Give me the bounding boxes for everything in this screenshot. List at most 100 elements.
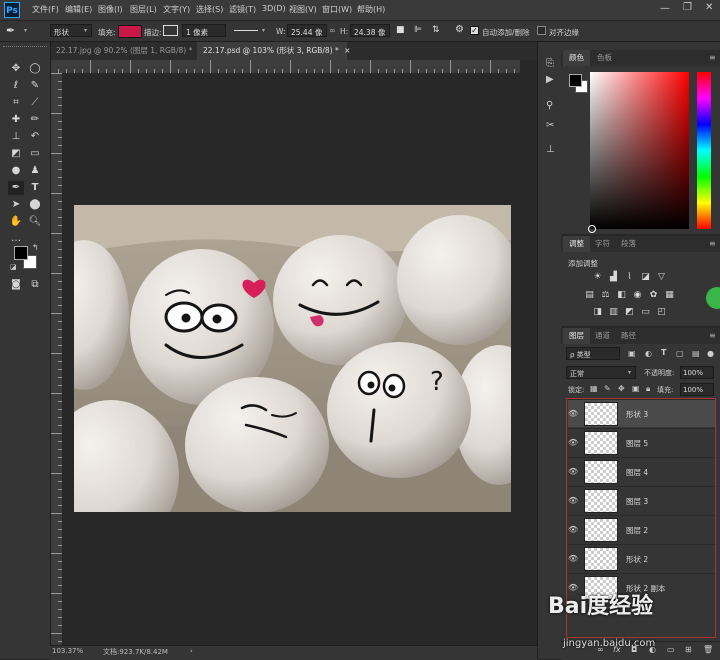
tab-color[interactable]: 颜色 [563, 50, 590, 66]
color-balance-icon[interactable]: ⚖ [600, 290, 611, 300]
eye-icon[interactable]: 👁︎ [568, 409, 578, 419]
eyedropper-tool-icon[interactable]: ⟋ [27, 96, 43, 110]
menu-window[interactable]: 窗口(W) [322, 4, 352, 15]
ruler-horizontal[interactable] [50, 60, 520, 74]
lasso-tool-icon[interactable]: ℓ [8, 79, 24, 93]
menu-type[interactable]: 文字(Y) [163, 4, 190, 15]
panel-menu-icon[interactable]: ≡ [709, 239, 716, 248]
link-icon[interactable]: ∞ [329, 26, 336, 35]
tab-channels[interactable]: 通道 [589, 328, 616, 344]
history-icon[interactable]: ⎘ [546, 58, 554, 69]
width-field[interactable]: 25.44 像 [287, 24, 327, 37]
opacity-field[interactable]: 100% [680, 366, 714, 379]
channel-mixer-icon[interactable]: ✿ [648, 290, 659, 300]
move-tool-icon[interactable]: ✥ [8, 62, 24, 76]
tab-adjustments[interactable]: 调整 [563, 236, 590, 252]
tab-doc-psd[interactable]: 22.17.psd @ 103% (形状 3, RGB/8) * × [197, 42, 350, 60]
tab-layers[interactable]: 图层 [563, 328, 590, 344]
eraser-tool-icon[interactable]: ◩ [8, 147, 24, 161]
tool-preset-chevron-icon[interactable]: ▾ [24, 27, 27, 34]
more-tools-icon[interactable]: … [8, 232, 24, 246]
eye-icon[interactable]: 👁︎ [568, 554, 578, 564]
mode-select[interactable]: 形状 ▾ [50, 24, 92, 37]
gradient-tool-icon[interactable]: ▭ [27, 147, 43, 161]
zoom-level[interactable]: 103.37% [52, 647, 83, 655]
color-lookup-icon[interactable]: ▦ [664, 290, 675, 300]
eye-icon[interactable]: 👁︎ [568, 467, 578, 477]
fill-color-swatch[interactable] [118, 25, 142, 38]
healing-brush-tool-icon[interactable]: ✚ [8, 113, 24, 127]
color-picker-field[interactable] [590, 72, 689, 229]
levels-icon[interactable]: ▟ [608, 272, 619, 282]
photo-filter-icon[interactable]: ◉ [632, 290, 643, 300]
clone-source-icon[interactable]: ⊥ [546, 144, 555, 155]
align-edges-checkbox[interactable] [537, 26, 546, 35]
color-panel-foreground-swatch[interactable] [569, 74, 582, 87]
screen-mode-icon[interactable]: ⧉ [27, 278, 43, 292]
quick-select-tool-icon[interactable]: ✎ [27, 79, 43, 93]
picker-cursor[interactable] [588, 225, 596, 233]
threshold-icon[interactable]: ◩ [624, 307, 635, 317]
pen-tool-icon[interactable]: ✒ [6, 24, 15, 37]
status-menu-chevron-icon[interactable]: › [190, 647, 193, 655]
gear-icon[interactable]: ⚙ [455, 24, 464, 35]
tab-paths[interactable]: 路径 [615, 328, 642, 344]
dodge-tool-icon[interactable]: ♟ [27, 164, 43, 178]
panel-menu-icon[interactable]: ≡ [709, 331, 716, 340]
crop-tool-icon[interactable]: ⌗ [8, 96, 24, 110]
trash-icon[interactable]: 🗑︎ [703, 645, 713, 654]
path-arrangement-icon[interactable]: ⇅ [432, 25, 440, 35]
curves-icon[interactable]: ⌇ [624, 272, 635, 282]
auto-add-delete-checkbox[interactable]: ✓ [470, 26, 479, 35]
tab-character[interactable]: 字符 [589, 236, 616, 252]
filter-toggle-icon[interactable]: ● [707, 349, 714, 358]
foreground-color-swatch[interactable] [14, 246, 28, 260]
filter-smart-object-icon[interactable]: ▤ [692, 349, 700, 358]
type-tool-icon[interactable]: T [27, 181, 43, 195]
history-brush-tool-icon[interactable]: ↶ [27, 130, 43, 144]
eye-icon[interactable]: 👁︎ [568, 496, 578, 506]
quick-mask-icon[interactable]: ◙ [8, 278, 24, 292]
minimize-icon[interactable]: — [660, 3, 670, 14]
new-group-icon[interactable]: ▭ [667, 645, 675, 654]
path-alignment-icon[interactable]: ⊫ [414, 25, 422, 35]
hue-saturation-icon[interactable]: ▤ [584, 290, 595, 300]
toolbox-grip[interactable] [3, 46, 47, 49]
filter-adjustment-icon[interactable]: ◐ [645, 349, 652, 358]
menu-edit[interactable]: 编辑(E) [65, 4, 92, 15]
document-image[interactable]: ? [74, 205, 511, 512]
default-colors-icon[interactable]: ◪ [10, 263, 17, 271]
blur-tool-icon[interactable]: ● [8, 164, 24, 178]
hand-tool-icon[interactable]: ✋ [8, 215, 24, 229]
layer-row[interactable]: 👁︎ 形状 3 [568, 399, 715, 427]
new-layer-icon[interactable]: ⊞ [685, 645, 692, 654]
menu-view[interactable]: 视图(V) [289, 4, 317, 15]
tab-paragraph[interactable]: 段落 [615, 236, 642, 252]
tool-presets-icon[interactable]: ✂ [546, 120, 554, 131]
menu-help[interactable]: 帮助(H) [357, 4, 385, 15]
brush-presets-icon[interactable]: ⚲ [546, 100, 553, 111]
zoom-tool-icon[interactable]: 🔍︎ [27, 215, 43, 229]
lock-transparent-icon[interactable]: ▦ [590, 384, 598, 393]
path-selection-tool-icon[interactable]: ➤ [8, 198, 24, 212]
hue-slider[interactable] [697, 72, 711, 229]
menu-file[interactable]: 文件(F) [32, 4, 59, 15]
stroke-type-line[interactable] [234, 30, 258, 31]
swap-colors-icon[interactable]: ↰ [32, 243, 39, 252]
close-icon[interactable]: ✕ [705, 2, 713, 13]
stroke-color-swatch[interactable] [163, 25, 178, 36]
brush-tool-icon[interactable]: ✏ [27, 113, 43, 127]
clone-stamp-tool-icon[interactable]: ⊥ [8, 130, 24, 144]
layer-row[interactable]: 👁︎ 图层 4 [568, 457, 715, 485]
black-white-icon[interactable]: ◧ [616, 290, 627, 300]
menu-layer[interactable]: 图层(L) [130, 4, 157, 15]
gradient-map-icon[interactable]: ▭ [640, 307, 651, 317]
exposure-icon[interactable]: ◪ [640, 272, 651, 282]
invert-icon[interactable]: ◨ [592, 307, 603, 317]
filter-shape-icon[interactable]: ▢ [676, 349, 684, 358]
marquee-tool-icon[interactable]: ◯ [27, 62, 43, 76]
layer-row[interactable]: 👁︎ 图层 5 [568, 428, 715, 456]
layer-row[interactable]: 👁︎ 形状 2 [568, 544, 715, 572]
path-operations-icon[interactable]: ■ [396, 25, 405, 35]
filter-pixel-icon[interactable]: ▣ [628, 349, 636, 358]
